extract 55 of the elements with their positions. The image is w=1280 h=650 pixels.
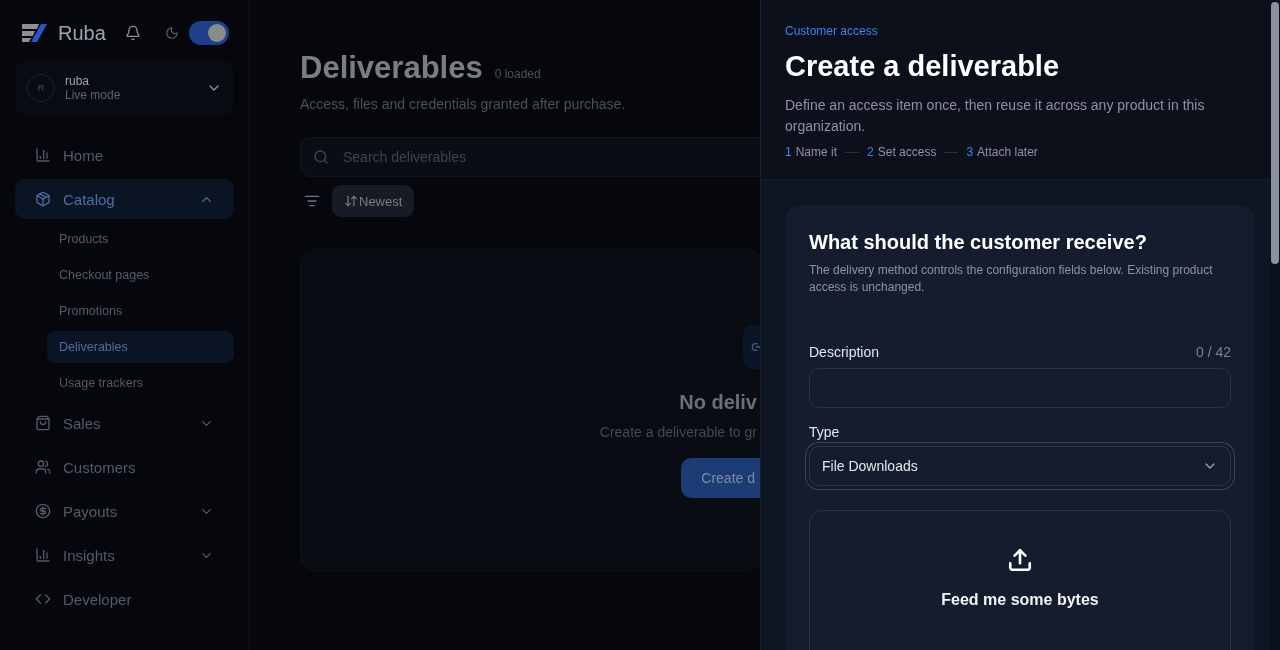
card-text: The delivery method controls the configuration fields below. Existing product access is unchanged. bbox=[809, 262, 1214, 296]
nav-subitem[interactable]: Products bbox=[47, 223, 234, 255]
nav-subitem[interactable]: Checkout pages bbox=[47, 259, 234, 291]
nav-item[interactable]: Home bbox=[15, 135, 234, 175]
package-icon bbox=[35, 191, 51, 207]
page-subtitle: Access, files and credentials granted after purchase. bbox=[300, 96, 627, 112]
code-icon bbox=[35, 591, 51, 607]
users-icon bbox=[35, 459, 51, 475]
brand-name: Ruba bbox=[58, 21, 106, 45]
shopping-bag-icon bbox=[35, 415, 51, 431]
nav-subitem[interactable]: Deliverables bbox=[47, 331, 234, 363]
create-button[interactable]: Create d bbox=[681, 458, 760, 498]
theme-toggle[interactable] bbox=[189, 21, 229, 45]
nav-item[interactable]: Customers bbox=[15, 447, 234, 487]
account-mode: Live mode bbox=[65, 88, 122, 102]
nav-item[interactable]: Developer bbox=[15, 579, 234, 619]
search-field[interactable]: Search deliverables bbox=[300, 137, 760, 177]
dollar-circle-icon bbox=[35, 503, 51, 519]
account-switcher[interactable]: R ruba Live mode bbox=[15, 61, 234, 115]
search-input[interactable]: Search deliverables bbox=[341, 148, 760, 166]
description-input[interactable] bbox=[809, 368, 1231, 408]
search-icon bbox=[313, 149, 329, 165]
step-label: 3 Attach later bbox=[966, 145, 1038, 159]
bell-icon[interactable] bbox=[125, 25, 141, 41]
nav-item[interactable]: Payouts bbox=[15, 491, 234, 531]
page-title: Deliverables bbox=[300, 50, 483, 86]
nav-item[interactable]: Insights bbox=[15, 535, 234, 575]
drawer-title: Create a deliverable bbox=[785, 50, 1061, 83]
nav-item[interactable]: Sales bbox=[15, 403, 234, 443]
nav-subitem[interactable]: Usage trackers bbox=[47, 367, 234, 399]
logo-icon bbox=[20, 23, 48, 43]
character-counter: 0 / 42 bbox=[1195, 344, 1231, 360]
nav-item[interactable]: Catalog bbox=[15, 179, 234, 219]
sort-arrows-icon bbox=[344, 194, 358, 208]
filter-icon[interactable] bbox=[304, 193, 320, 209]
field-label: Description bbox=[809, 344, 880, 360]
step-label: 2 Set access bbox=[867, 145, 937, 159]
empty-state-title: No deliv bbox=[679, 391, 758, 414]
bar-chart-icon bbox=[35, 547, 51, 563]
empty-state-text: Create a deliverable to gr bbox=[599, 424, 758, 440]
drawer-description: Define an access item once, then reuse it across any product in this organization. bbox=[785, 96, 1206, 136]
upload-icon bbox=[1007, 547, 1033, 573]
card-title: What should the customer receive? bbox=[809, 231, 1148, 254]
sort-button[interactable]: Newest bbox=[332, 185, 415, 217]
bar-chart-icon bbox=[35, 147, 51, 163]
nav-subitem[interactable]: Promotions bbox=[47, 295, 234, 327]
moon-icon bbox=[165, 26, 179, 40]
step-label: 1 Name it bbox=[785, 145, 838, 159]
loaded-count: 0 loaded bbox=[494, 67, 541, 81]
drawer-eyebrow: Customer access bbox=[785, 24, 879, 38]
account-name: ruba bbox=[65, 74, 91, 88]
dropzone-title: Feed me some bytes bbox=[941, 591, 1099, 609]
scrollbar-thumb[interactable] bbox=[1271, 2, 1279, 264]
field-label: Type bbox=[809, 424, 841, 440]
upload-dropzone[interactable]: Feed me some bytes bbox=[809, 510, 1231, 650]
